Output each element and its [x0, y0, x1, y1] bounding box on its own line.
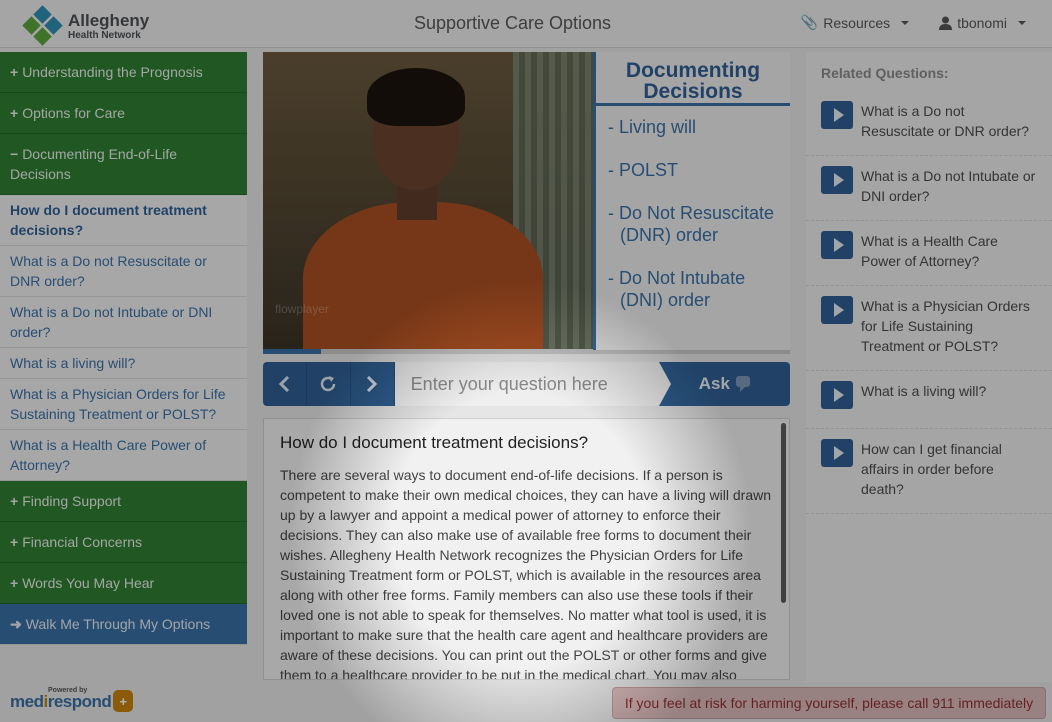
- sidebar-item-words-you-may-hear[interactable]: + Words You May Hear: [0, 563, 247, 604]
- sidebar-subitem-dnr[interactable]: What is a Do not Resuscitate or DNR orde…: [0, 246, 247, 297]
- sidebar-item-documenting-decisions[interactable]: − Documenting End-of-Life Decisions: [0, 134, 247, 195]
- previous-button[interactable]: [263, 362, 307, 406]
- video-player[interactable]: flowplayer: [263, 52, 593, 350]
- answer-scrollbar[interactable]: [781, 423, 786, 603]
- video-progress-fill: [263, 349, 321, 354]
- sidebar-item-label: Finding Support: [22, 493, 122, 509]
- slide-title: Documenting Decisions: [596, 52, 790, 106]
- plus-icon: +: [10, 575, 19, 591]
- answer-heading: How do I document treatment decisions?: [280, 433, 589, 452]
- related-question-label: What is a Physician Orders for Life Sust…: [861, 298, 1030, 354]
- chat-bubble-icon: +: [113, 690, 134, 712]
- brand-part: med: [10, 692, 44, 711]
- paperclip-icon: 📎: [800, 14, 819, 30]
- replay-button[interactable]: [306, 362, 351, 406]
- chevron-down-icon: [901, 20, 910, 25]
- video-presenter: [303, 202, 543, 350]
- question-input[interactable]: [394, 362, 659, 406]
- sidebar-item-understanding-prognosis[interactable]: + Understanding the Prognosis: [0, 52, 247, 93]
- refresh-icon: [321, 376, 336, 392]
- sidebar-item-label: Financial Concerns: [22, 534, 143, 550]
- sidebar-item-label: Words You May Hear: [22, 575, 155, 591]
- related-question-label: What is a Do not Intubate or DNI order?: [861, 168, 1036, 204]
- play-icon[interactable]: [821, 166, 853, 194]
- sidebar-item-label: Understanding the Prognosis: [22, 64, 203, 80]
- sidebar-subitem-power-of-attorney[interactable]: What is a Health Care Power of Attorney?: [0, 430, 247, 481]
- related-question-label: How can I get financial affairs in order…: [861, 441, 1002, 497]
- plus-icon: +: [10, 493, 19, 509]
- answer-panel: How do I document treatment decisions? T…: [263, 418, 790, 680]
- sidebar-subitem-document-treatment[interactable]: How do I document treatment decisions?: [0, 195, 247, 246]
- sidebar: + Understanding the Prognosis + Options fo…: [0, 52, 247, 645]
- related-question-label: What is a Health Care Power of Attorney?: [861, 233, 998, 269]
- chat-bubble-icon: [735, 376, 750, 392]
- brand-name: medirespond: [10, 692, 112, 712]
- slide-panel: Documenting Decisions - Living will - PO…: [593, 52, 790, 350]
- walk-me-through-button[interactable]: ➜ Walk Me Through My Options: [0, 604, 247, 645]
- sidebar-item-options-for-care[interactable]: + Options for Care: [0, 93, 247, 134]
- related-question-item[interactable]: What is a Health Care Power of Attorney?: [806, 221, 1052, 286]
- related-question-item[interactable]: What is a living will?: [806, 371, 1052, 429]
- ask-button[interactable]: Ask: [658, 362, 790, 406]
- play-icon[interactable]: [821, 381, 853, 409]
- sidebar-subitem-polst[interactable]: What is a Physician Orders for Life Sust…: [0, 379, 247, 430]
- chevron-down-icon: [1018, 20, 1026, 25]
- arrow-right-icon: ➜: [10, 616, 22, 632]
- next-button[interactable]: [350, 362, 395, 406]
- answer-body: There are several ways to document end-o…: [280, 467, 772, 680]
- play-icon[interactable]: [821, 439, 853, 467]
- username-label: tbonomi: [957, 14, 1007, 31]
- plus-icon: +: [10, 64, 19, 80]
- chevron-right-icon: [367, 376, 378, 392]
- related-questions-heading: Related Questions:: [821, 65, 949, 81]
- chevron-left-icon: [279, 376, 290, 392]
- slide-bullet: - Do Not Resuscitate (DNR) order: [608, 203, 775, 245]
- related-question-item[interactable]: How can I get financial affairs in order…: [806, 429, 1052, 514]
- resources-label: Resources: [823, 14, 891, 31]
- ask-button-label: Ask: [698, 374, 730, 393]
- medirespond-logo[interactable]: Powered by medirespond +: [10, 687, 134, 712]
- question-bar: Ask: [263, 362, 790, 406]
- user-menu[interactable]: tbonomi: [939, 14, 1026, 31]
- sidebar-subitem-living-will[interactable]: What is a living will?: [0, 348, 247, 379]
- play-icon[interactable]: [821, 231, 853, 259]
- sidebar-item-label: Options for Care: [22, 105, 125, 121]
- play-icon[interactable]: [821, 101, 853, 129]
- video-presenter-hair: [367, 68, 465, 126]
- related-question-label: What is a living will?: [861, 383, 987, 399]
- slide-bullet: - Living will: [608, 117, 697, 137]
- crisis-alert-banner: If you feel at risk for harming yourself…: [612, 687, 1046, 719]
- related-question-item[interactable]: What is a Do not Resuscitate or DNR orde…: [806, 91, 1052, 156]
- related-questions-panel: Related Questions: What is a Do not Resu…: [806, 52, 1052, 682]
- minus-icon: −: [10, 146, 19, 162]
- slide-bullet: - POLST: [608, 160, 679, 180]
- plus-icon: +: [10, 534, 19, 550]
- sidebar-item-label: Documenting End-of-Life Decisions: [10, 146, 178, 182]
- sidebar-item-finding-support[interactable]: + Finding Support: [0, 481, 247, 522]
- user-icon: [939, 16, 953, 30]
- related-question-item[interactable]: What is a Do not Intubate or DNI order?: [806, 156, 1052, 221]
- sidebar-subitem-dni[interactable]: What is a Do not Intubate or DNI order?: [0, 297, 247, 348]
- plus-icon: +: [10, 105, 19, 121]
- related-question-item[interactable]: What is a Physician Orders for Life Sust…: [806, 286, 1052, 371]
- sidebar-item-label: Walk Me Through My Options: [25, 616, 211, 632]
- related-question-label: What is a Do not Resuscitate or DNR orde…: [861, 103, 1030, 139]
- powered-by-label: Powered by: [48, 687, 88, 694]
- flowplayer-watermark: flowplayer: [275, 302, 330, 316]
- header-bar: Allegheny Health Network Supportive Care…: [0, 0, 1052, 48]
- resources-menu[interactable]: 📎 Resources: [800, 14, 910, 31]
- play-icon[interactable]: [821, 296, 853, 324]
- slide-bullet: - Do Not Intubate (DNI) order: [608, 268, 746, 310]
- sidebar-item-financial-concerns[interactable]: + Financial Concerns: [0, 522, 247, 563]
- brand-part: respond: [47, 692, 112, 711]
